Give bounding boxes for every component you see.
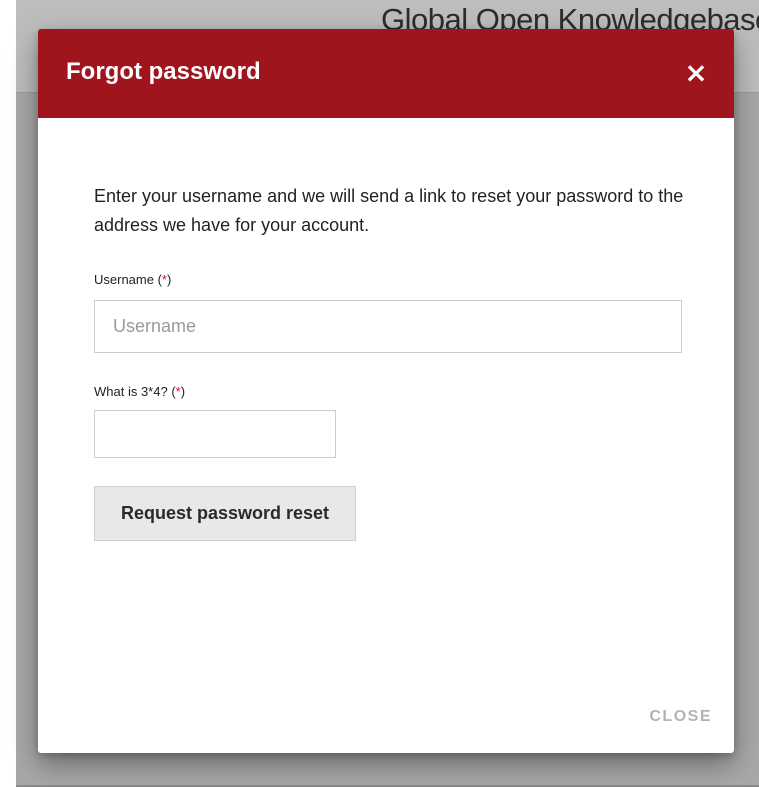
- required-marker: *: [161, 272, 167, 287]
- username-input[interactable]: [94, 300, 682, 353]
- username-label-text: Username: [94, 272, 154, 287]
- captcha-label: What is 3*4? (*): [94, 384, 186, 399]
- close-button[interactable]: CLOSE: [649, 708, 712, 726]
- dialog-instructions: Enter your username and we will send a l…: [94, 186, 684, 235]
- close-icon[interactable]: ×: [680, 57, 712, 89]
- captcha-label-text: What is 3*4?: [94, 384, 168, 399]
- forgot-password-dialog: Forgot password × Enter your username an…: [38, 29, 734, 753]
- dialog-title: Forgot password: [66, 58, 261, 85]
- username-label: Username (*): [94, 272, 172, 287]
- required-marker: *: [175, 384, 181, 399]
- dialog-header: Forgot password ×: [38, 29, 734, 118]
- captcha-input[interactable]: [94, 410, 336, 458]
- request-password-reset-button[interactable]: Request password reset: [94, 486, 356, 541]
